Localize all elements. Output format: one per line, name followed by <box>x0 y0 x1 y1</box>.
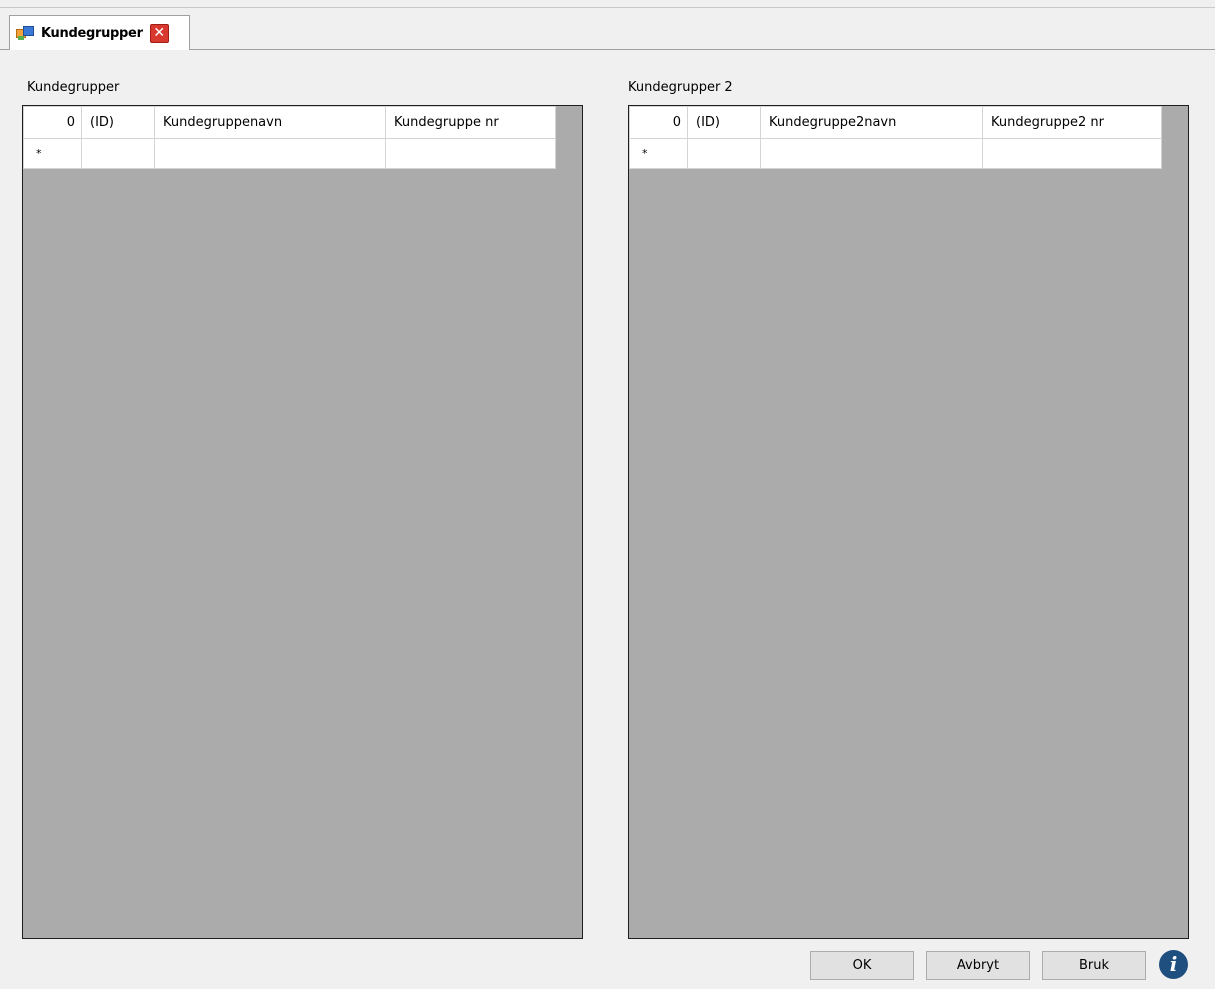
cell-kundegruppe-nr[interactable] <box>385 138 556 169</box>
grid-header-row: 0 (ID) Kundegruppenavn Kundegruppe nr <box>23 106 556 139</box>
form-icon <box>16 25 34 41</box>
cell-id[interactable] <box>81 138 155 169</box>
left-data-grid[interactable]: 0 (ID) Kundegruppenavn Kundegruppe nr * <box>22 105 583 939</box>
column-header-kundegruppenavn[interactable]: Kundegruppenavn <box>154 106 386 139</box>
close-icon[interactable]: ✕ <box>149 23 169 43</box>
row-header-count: 0 <box>23 106 82 139</box>
window-top-border <box>0 7 1215 8</box>
row-header-count: 0 <box>629 106 688 139</box>
info-icon[interactable]: i <box>1159 950 1188 979</box>
right-data-grid[interactable]: 0 (ID) Kundegruppe2navn Kundegruppe2 nr … <box>628 105 1189 939</box>
new-row[interactable]: * <box>23 138 556 169</box>
cell-kundegruppe2navn[interactable] <box>760 138 983 169</box>
new-row-marker[interactable]: * <box>629 138 688 169</box>
left-grid-label: Kundegrupper <box>27 80 120 95</box>
new-row[interactable]: * <box>629 138 1162 169</box>
cell-kundegruppe2-nr[interactable] <box>982 138 1162 169</box>
column-header-id[interactable]: (ID) <box>81 106 155 139</box>
tab-kundegrupper[interactable]: Kundegrupper ✕ <box>9 15 190 50</box>
cell-kundegruppenavn[interactable] <box>154 138 386 169</box>
column-header-kundegruppe2-nr[interactable]: Kundegruppe2 nr <box>982 106 1162 139</box>
column-header-id[interactable]: (ID) <box>687 106 761 139</box>
grid-header-row: 0 (ID) Kundegruppe2navn Kundegruppe2 nr <box>629 106 1162 139</box>
cancel-button[interactable]: Avbryt <box>926 951 1030 980</box>
apply-button[interactable]: Bruk <box>1042 951 1146 980</box>
cell-id[interactable] <box>687 138 761 169</box>
tab-label: Kundegrupper <box>41 25 143 41</box>
new-row-marker[interactable]: * <box>23 138 82 169</box>
right-grid-label: Kundegrupper 2 <box>628 80 733 95</box>
ok-button[interactable]: OK <box>810 951 914 980</box>
column-header-kundegruppe2navn[interactable]: Kundegruppe2navn <box>760 106 983 139</box>
column-header-kundegruppe-nr[interactable]: Kundegruppe nr <box>385 106 556 139</box>
